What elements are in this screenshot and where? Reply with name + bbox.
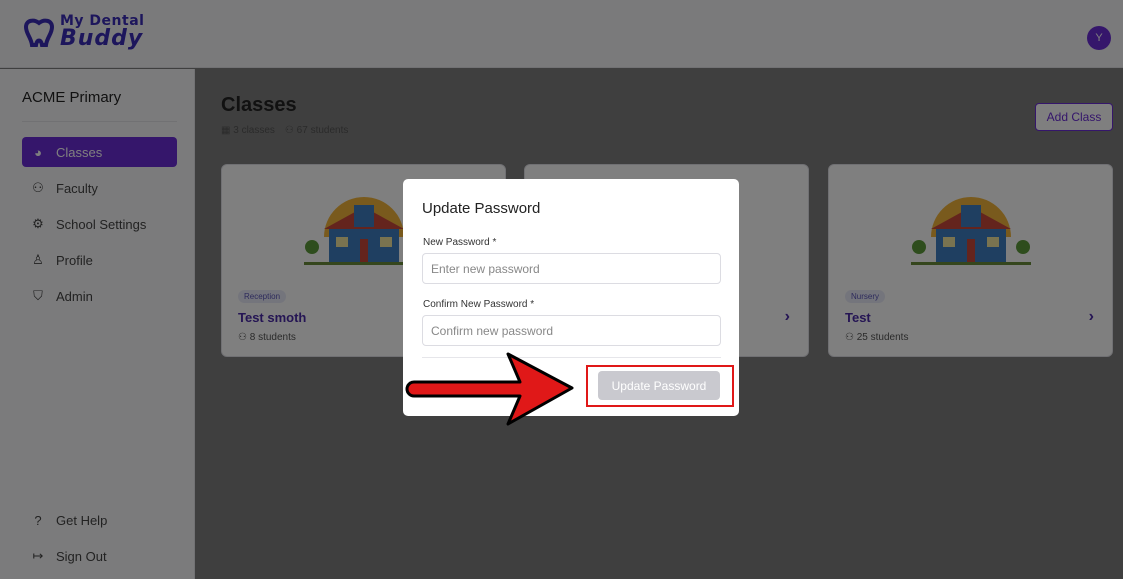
dialog-title: Update Password <box>422 200 541 217</box>
highlight-box-annotation <box>586 365 734 407</box>
new-password-label: New Password * <box>423 237 497 248</box>
red-arrow-annotation <box>405 352 574 426</box>
new-password-input[interactable] <box>422 253 721 284</box>
confirm-password-label: Confirm New Password * <box>423 299 535 310</box>
